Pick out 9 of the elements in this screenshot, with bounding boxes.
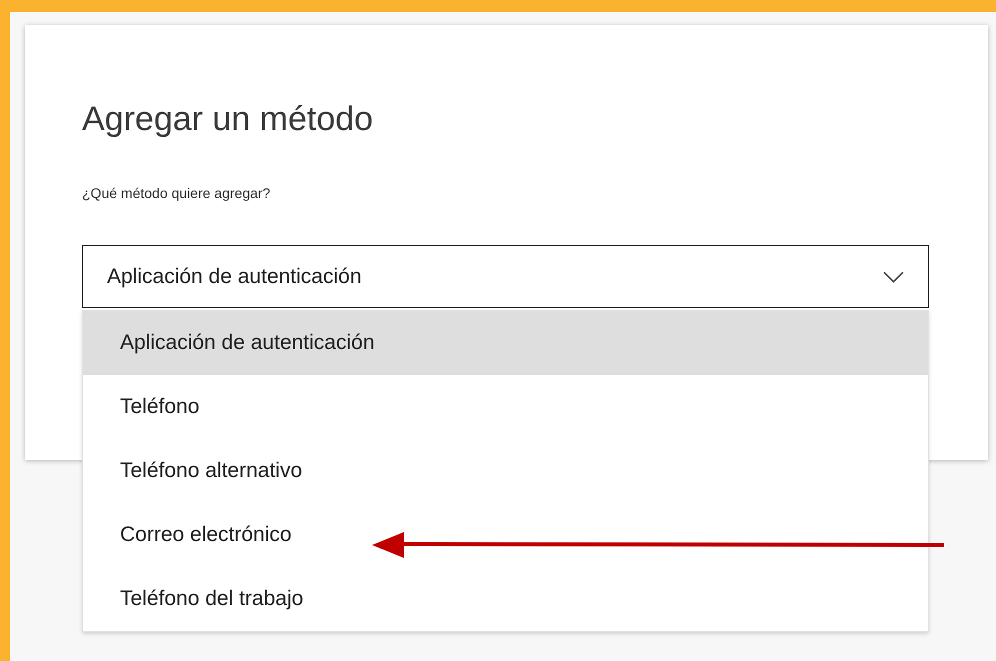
chevron-down-icon (883, 270, 904, 282)
field-label: ¿Qué método quiere agregar? (82, 185, 272, 201)
dropdown-option[interactable]: Teléfono alternativo (83, 439, 928, 503)
method-dropdown[interactable]: Aplicación de autenticación (82, 245, 929, 308)
dropdown-option[interactable]: Aplicación de autenticación (83, 311, 928, 375)
dialog-title: Agregar un método (82, 99, 374, 140)
dropdown-option[interactable]: Teléfono (83, 375, 928, 439)
dropdown-option[interactable]: Teléfono del trabajo (83, 567, 928, 631)
dropdown-option[interactable]: Correo electrónico (83, 503, 928, 567)
